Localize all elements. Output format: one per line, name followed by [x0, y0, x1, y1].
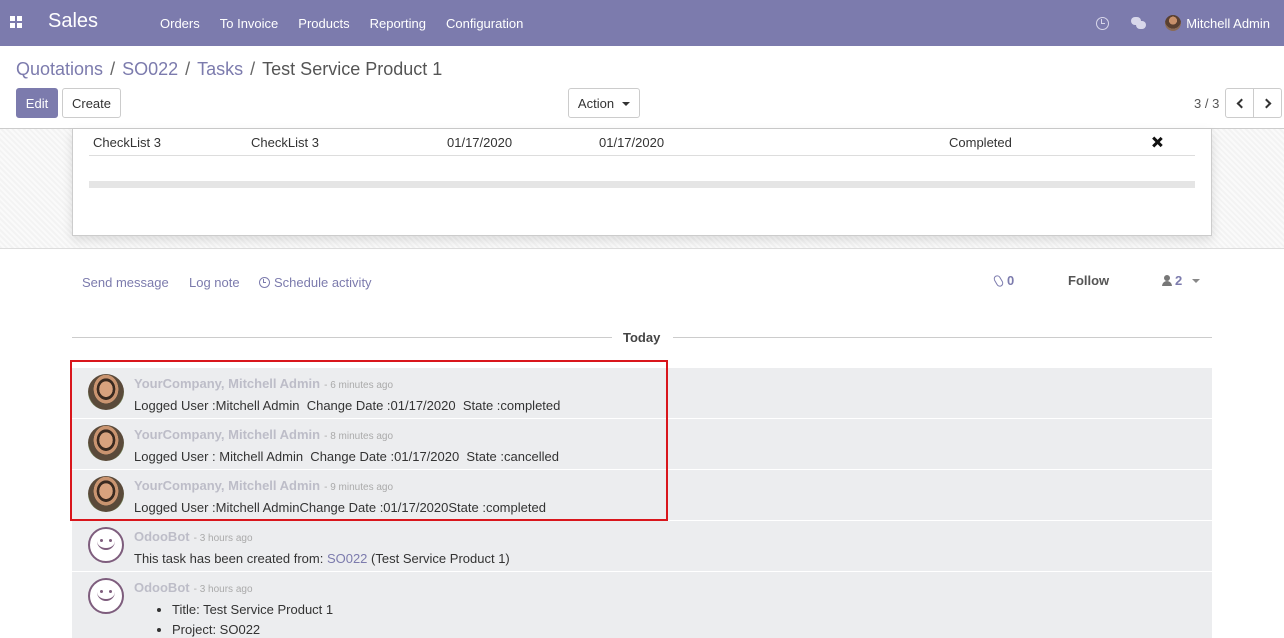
- form-sheet: CheckList 3 CheckList 3 01/17/2020 01/17…: [72, 129, 1212, 236]
- user-icon: [1162, 275, 1172, 286]
- action-dropdown-button[interactable]: Action: [568, 88, 640, 118]
- followers-button[interactable]: 2: [1162, 273, 1201, 288]
- odoobot-avatar[interactable]: [88, 527, 124, 563]
- user-avatar[interactable]: [1165, 15, 1182, 31]
- message-date: - 8 minutes ago: [324, 431, 394, 442]
- message-author: YourCompany, Mitchell Admin - 8 minutes a…: [134, 427, 393, 442]
- horizontal-scrollbar[interactable]: [89, 181, 1195, 188]
- top-navbar: Sales Orders To Invoice Products Reporti…: [0, 0, 1284, 46]
- message-text: (Test Service Product 1): [367, 551, 510, 566]
- author-avatar[interactable]: [88, 425, 124, 461]
- author-avatar[interactable]: [88, 374, 124, 410]
- checklist-date-cell[interactable]: 01/17/2020: [599, 135, 664, 150]
- breadcrumb-separator: /: [250, 59, 256, 79]
- separator-line: [72, 337, 612, 338]
- clock-icon: [259, 277, 270, 288]
- edit-button[interactable]: Edit: [16, 88, 58, 118]
- breadcrumb-so022[interactable]: SO022: [122, 59, 178, 80]
- date-separator-label: Today: [623, 330, 661, 345]
- message-date: - 3 hours ago: [193, 533, 253, 544]
- row-divider: [89, 155, 1195, 156]
- sale-order-link[interactable]: SO022: [327, 551, 367, 566]
- chevron-right-icon: [1261, 98, 1271, 108]
- bot-smile: [97, 538, 115, 550]
- message-author: OdooBot - 3 hours ago: [134, 529, 253, 544]
- message-item: YourCompany, Mitchell Admin - 8 minutes a…: [72, 419, 1212, 470]
- separator-line: [673, 337, 1212, 338]
- breadcrumb: Quotations / SO022 / Tasks / Test Servic…: [16, 59, 442, 80]
- menu-products[interactable]: Products: [288, 16, 359, 31]
- navbar-systray: Mitchell Admin: [1096, 0, 1284, 46]
- checklist-state-cell[interactable]: Completed: [949, 135, 1012, 150]
- message-body: Logged User :Mitchell Admin Change Date …: [134, 398, 561, 413]
- caret-down-icon: [622, 101, 631, 106]
- followers-count: 2: [1175, 273, 1183, 288]
- main-menu: Orders To Invoice Products Reporting Con…: [150, 0, 533, 46]
- pager-previous-button[interactable]: [1225, 88, 1254, 118]
- checklist-date-cell[interactable]: 01/17/2020: [447, 135, 512, 150]
- activity-clock-icon[interactable]: [1096, 16, 1110, 30]
- form-content-area: CheckList 3 CheckList 3 01/17/2020 01/17…: [0, 128, 1284, 249]
- create-button[interactable]: Create: [62, 88, 121, 118]
- tracking-value: Title: Test Service Product 1: [172, 602, 333, 617]
- odoobot-avatar[interactable]: [88, 578, 124, 614]
- checklist-description-cell[interactable]: CheckList 3: [251, 135, 319, 150]
- message-date: - 3 hours ago: [193, 584, 253, 595]
- checklist-name-cell[interactable]: CheckList 3: [93, 135, 161, 150]
- message-date: - 6 minutes ago: [324, 380, 394, 391]
- user-menu-name[interactable]: Mitchell Admin: [1186, 16, 1270, 31]
- message-item: OdooBot - 3 hours ago This task has been …: [72, 521, 1212, 572]
- message-item: YourCompany, Mitchell Admin - 9 minutes a…: [72, 470, 1212, 521]
- menu-orders[interactable]: Orders: [150, 16, 210, 31]
- messaging-chat-icon[interactable]: [1131, 17, 1147, 29]
- message-thread: YourCompany, Mitchell Admin - 6 minutes a…: [72, 368, 1212, 638]
- message-body: Logged User : Mitchell Admin Change Date…: [134, 449, 559, 464]
- author-name[interactable]: OdooBot: [134, 580, 190, 595]
- author-name[interactable]: YourCompany, Mitchell Admin: [134, 478, 320, 493]
- message-body: Logged User :Mitchell AdminChange Date :…: [134, 500, 546, 515]
- message-text: This task has been created from:: [134, 551, 327, 566]
- log-note-button[interactable]: Log note: [189, 275, 240, 290]
- bot-smile: [97, 589, 115, 601]
- message-item: YourCompany, Mitchell Admin - 6 minutes a…: [72, 368, 1212, 419]
- menu-to-invoice[interactable]: To Invoice: [210, 16, 289, 31]
- breadcrumb-tasks[interactable]: Tasks: [197, 59, 243, 80]
- attachments-button[interactable]: 0: [992, 273, 1015, 288]
- menu-reporting[interactable]: Reporting: [360, 16, 436, 31]
- tracking-list: Title: Test Service Product 1 Project: S…: [154, 602, 333, 638]
- caret-down-icon: [1192, 278, 1201, 283]
- breadcrumb-current: Test Service Product 1: [262, 59, 443, 79]
- send-message-button[interactable]: Send message: [82, 275, 169, 290]
- breadcrumb-quotations[interactable]: Quotations: [16, 59, 103, 80]
- breadcrumb-separator: /: [110, 59, 116, 79]
- author-name[interactable]: YourCompany, Mitchell Admin: [134, 427, 320, 442]
- message-item: OdooBot- 3 hours ago Title: Test Service…: [72, 572, 1212, 638]
- tracking-value: Project: SO022: [172, 622, 333, 637]
- attachments-count: 0: [1007, 273, 1015, 288]
- action-label: Action: [577, 95, 615, 111]
- pager-next-button[interactable]: [1253, 88, 1282, 118]
- message-author: YourCompany, Mitchell Admin - 9 minutes a…: [134, 478, 393, 493]
- remove-row-icon[interactable]: [1151, 136, 1163, 148]
- schedule-activity-label: Schedule activity: [274, 275, 372, 290]
- pager-value[interactable]: 3 / 3: [1194, 96, 1219, 111]
- apps-menu-icon[interactable]: [10, 16, 22, 28]
- breadcrumb-separator: /: [185, 59, 191, 79]
- author-avatar[interactable]: [88, 476, 124, 512]
- paperclip-icon: [992, 273, 1005, 288]
- schedule-activity-button[interactable]: Schedule activity: [259, 275, 372, 290]
- message-date: - 9 minutes ago: [324, 482, 394, 493]
- follow-button[interactable]: Follow: [1068, 273, 1109, 288]
- author-name[interactable]: OdooBot: [134, 529, 190, 544]
- chevron-left-icon: [1236, 98, 1246, 108]
- app-brand[interactable]: Sales: [48, 10, 98, 33]
- message-author: OdooBot - 3 hours ago: [134, 580, 253, 595]
- menu-configuration[interactable]: Configuration: [436, 16, 533, 31]
- message-body: This task has been created from: SO022 (…: [134, 551, 510, 566]
- message-author: YourCompany, Mitchell Admin - 6 minutes a…: [134, 376, 393, 391]
- date-separator: Today: [72, 330, 1212, 345]
- author-name[interactable]: YourCompany, Mitchell Admin: [134, 376, 320, 391]
